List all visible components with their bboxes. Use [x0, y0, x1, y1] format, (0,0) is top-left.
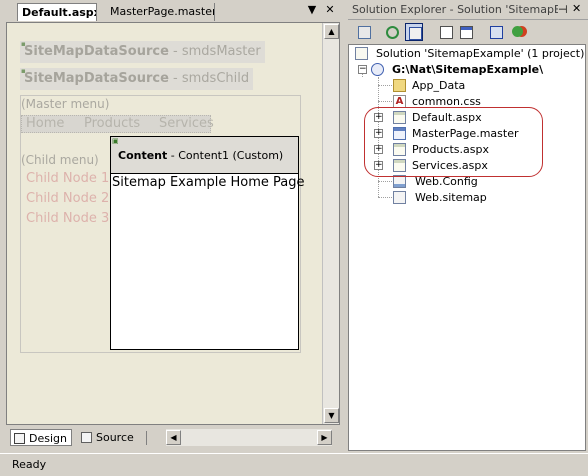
close-document-icon[interactable]: ✕	[324, 4, 336, 16]
sitemap-file-icon	[393, 191, 406, 204]
tab-masterpage-master[interactable]: MasterPage.master	[97, 3, 215, 21]
tree-connector	[378, 101, 392, 102]
menu-item-services[interactable]: Services	[159, 116, 214, 132]
collapse-icon[interactable]: −	[358, 65, 367, 74]
refresh-icon[interactable]	[383, 23, 401, 41]
master-menu-label: (Master menu)	[21, 97, 110, 111]
tab-default-aspx[interactable]: Default.aspx	[17, 3, 97, 21]
horizontal-scrollbar[interactable]: ◀ ▶	[166, 429, 332, 446]
control-id-label: - smdsChild	[168, 71, 250, 86]
child-node-3[interactable]: Child Node 3	[26, 211, 109, 226]
status-text: Ready	[12, 458, 47, 471]
aspnet-config-icon[interactable]	[509, 23, 527, 41]
control-type-label: SiteMapDataSource	[24, 71, 169, 86]
source-view-icon	[81, 432, 92, 443]
website-project-icon	[371, 63, 384, 76]
auto-hide-pin-icon[interactable]: ⊣	[558, 3, 568, 16]
tree-connector	[378, 181, 392, 182]
design-view-button[interactable]: Design	[10, 429, 72, 446]
tree-connector	[378, 197, 392, 198]
master-menu[interactable]: Home Products Services	[21, 115, 214, 133]
tree-item-label: G:\Nat\SitemapExample\	[392, 63, 544, 76]
source-view-button[interactable]: Source	[78, 429, 138, 446]
tree-item-label: Web.sitemap	[415, 191, 487, 204]
scroll-right-icon[interactable]: ▶	[317, 430, 332, 445]
content-placeholder-content1[interactable]: ▣ Content - Content1 (Custom) Sitemap Ex…	[110, 136, 305, 350]
tree-connector	[378, 85, 392, 86]
close-panel-icon[interactable]: ✕	[572, 2, 581, 15]
sitemapdatasource-smdsmaster[interactable]: ▪ SiteMapDataSource - smdsMaster	[20, 41, 265, 63]
child-node-1[interactable]: Child Node 1	[26, 171, 109, 186]
properties-icon[interactable]	[355, 23, 373, 41]
content-header-label: Content - Content1 (Custom)	[118, 149, 284, 162]
vertical-scrollbar[interactable]: ▲ ▼	[322, 23, 339, 424]
control-id-label: - smdsMaster	[168, 44, 261, 59]
solution-explorer-title-bar[interactable]: Solution Explorer - Solution 'SitemapExa…	[348, 0, 588, 20]
status-bar: Ready	[0, 453, 588, 476]
solution-icon	[355, 47, 368, 60]
control-type-label: SiteMapDataSource	[24, 44, 169, 59]
scroll-up-icon[interactable]: ▲	[324, 24, 339, 39]
nest-related-icon[interactable]	[405, 23, 423, 41]
view-switcher-bar: Design Source ◀ ▶	[6, 427, 340, 449]
menu-item-home[interactable]: Home	[26, 116, 64, 132]
design-view-icon	[14, 433, 25, 444]
tree-item-label: App_Data	[412, 79, 466, 92]
toolbar-separator	[146, 431, 147, 445]
scroll-left-icon[interactable]: ◀	[166, 430, 181, 445]
window-list-dropdown-icon[interactable]: ▼	[306, 4, 318, 16]
control-glyph-icon: ▪	[21, 40, 26, 48]
content-glyph-icon: ▣	[112, 137, 119, 145]
solution-explorer-toolbar	[348, 20, 588, 44]
document-tab-strip: Default.aspx MasterPage.master ▼ ✕	[0, 0, 346, 22]
tree-item-label: Solution 'SitemapExample' (1 project)	[376, 47, 585, 60]
control-glyph-icon: ▪	[21, 67, 26, 75]
content-header: ▣ Content - Content1 (Custom)	[111, 137, 298, 174]
solution-explorer-title: Solution Explorer - Solution 'SitemapExa…	[352, 3, 558, 16]
folder-icon	[393, 79, 406, 92]
content-body-text[interactable]: Sitemap Example Home Page	[112, 175, 305, 190]
solution-explorer-tree[interactable]: Solution 'SitemapExample' (1 project) − …	[348, 44, 586, 451]
child-node-2[interactable]: Child Node 2	[26, 191, 109, 206]
view-designer-icon[interactable]	[457, 23, 475, 41]
view-code-icon[interactable]	[437, 23, 455, 41]
child-menu-label: (Child menu)	[21, 153, 99, 167]
copy-website-icon[interactable]	[487, 23, 505, 41]
source-view-label: Source	[96, 431, 134, 444]
menu-item-products[interactable]: Products	[84, 116, 140, 132]
sitemapdatasource-smdschild[interactable]: ▪ SiteMapDataSource - smdsChild	[20, 67, 254, 90]
scroll-down-icon[interactable]: ▼	[324, 408, 339, 423]
highlight-annotation	[364, 107, 543, 177]
design-view-label: Design	[29, 432, 67, 445]
design-surface[interactable]: ▪ SiteMapDataSource - smdsMaster ▪ SiteM…	[6, 22, 340, 425]
